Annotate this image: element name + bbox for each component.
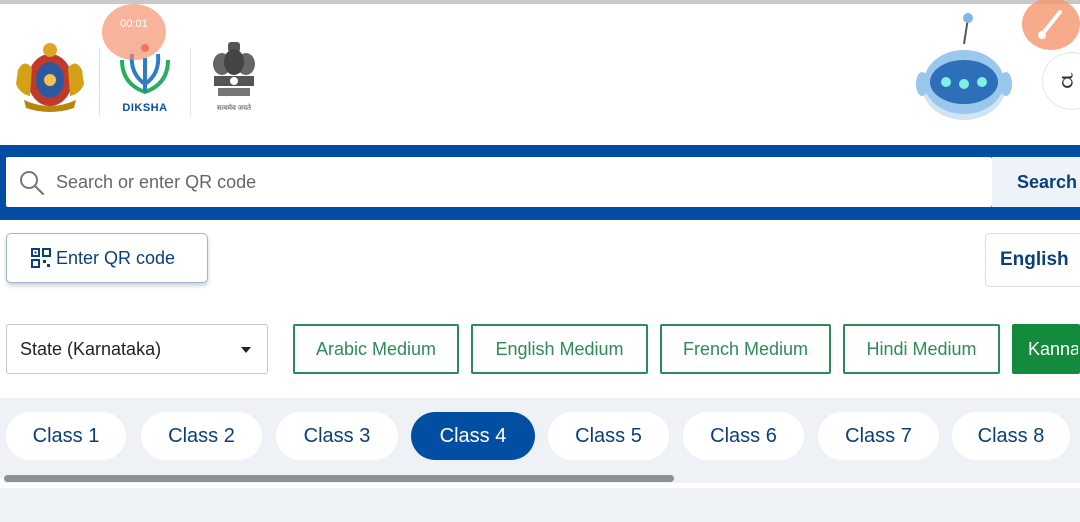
language-select[interactable]: English bbox=[985, 233, 1080, 287]
india-emblem-icon: सत्यमेव जयते bbox=[206, 38, 262, 118]
content-area bbox=[0, 488, 1080, 522]
header-divider bbox=[99, 48, 100, 116]
india-emblem-motto: सत्यमेव जयते bbox=[216, 105, 252, 112]
medium-chip-kannada[interactable]: Kannada Medium bbox=[1012, 324, 1080, 374]
horizontal-scrollbar-thumb[interactable] bbox=[4, 475, 674, 482]
medium-chip-hindi[interactable]: Hindi Medium bbox=[843, 324, 1000, 374]
class-pill-4[interactable]: Class 4 bbox=[411, 412, 535, 460]
class-pill-5[interactable]: Class 5 bbox=[548, 412, 669, 460]
medium-chip-french[interactable]: French Medium bbox=[660, 324, 831, 374]
class-pill-6[interactable]: Class 6 bbox=[683, 412, 804, 460]
karnataka-emblem-icon bbox=[10, 40, 90, 114]
board-select[interactable]: State (Karnataka) bbox=[6, 324, 268, 374]
class-pill-8[interactable]: Class 8 bbox=[952, 412, 1070, 460]
search-button[interactable]: Search bbox=[992, 157, 1080, 207]
enter-qr-code-button[interactable]: Enter QR code bbox=[6, 233, 208, 283]
medium-chip-arabic[interactable]: Arabic Medium bbox=[293, 324, 459, 374]
search-icon bbox=[20, 171, 45, 196]
kannada-glyph: ರ bbox=[1061, 67, 1074, 94]
class-pill-3[interactable]: Class 3 bbox=[276, 412, 398, 460]
class-selector: Class 1 Class 2 Class 3 Class 4 Class 5 … bbox=[0, 398, 1080, 478]
class-pill-7[interactable]: Class 7 bbox=[818, 412, 939, 460]
chatbot-robot-icon[interactable] bbox=[914, 12, 1014, 122]
class-pill-2[interactable]: Class 2 bbox=[141, 412, 262, 460]
paintbrush-icon[interactable] bbox=[1022, 0, 1080, 50]
medium-chip-english[interactable]: English Medium bbox=[471, 324, 648, 374]
chevron-down-icon bbox=[241, 347, 251, 353]
recording-timer-text: 00:01 bbox=[120, 18, 148, 30]
search-input[interactable] bbox=[56, 157, 976, 207]
board-select-value: State (Karnataka) bbox=[20, 339, 162, 359]
qr-code-icon bbox=[31, 248, 51, 268]
class-pill-1[interactable]: Class 1 bbox=[6, 412, 126, 460]
enter-qr-code-label: Enter QR code bbox=[56, 247, 176, 268]
header-divider bbox=[190, 48, 191, 116]
app-header: DIKSHA सत्यमेव जयते 00:01 ರ bbox=[0, 0, 1080, 142]
recording-timer: 00:01 bbox=[102, 4, 166, 60]
language-select-value: English bbox=[1000, 249, 1069, 270]
search-field bbox=[6, 157, 992, 207]
search-bar: Search bbox=[0, 145, 1080, 220]
diksha-label: DIKSHA bbox=[122, 102, 168, 114]
kannada-language-button[interactable]: ರ bbox=[1042, 52, 1080, 110]
